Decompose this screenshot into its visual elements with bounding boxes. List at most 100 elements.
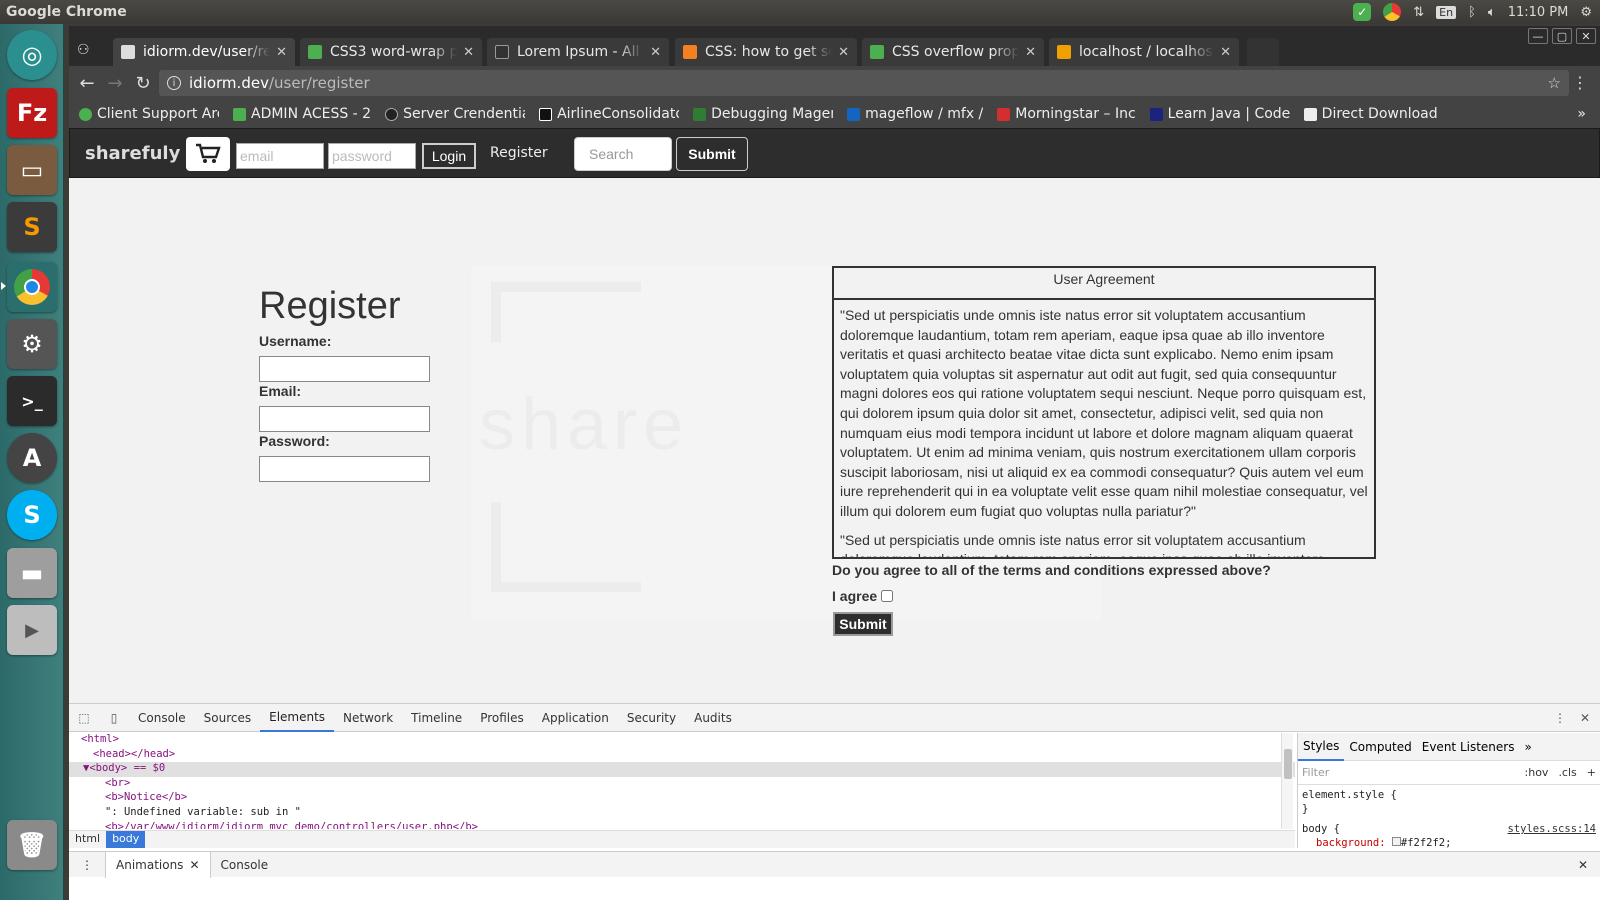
login-button[interactable]: Login (422, 143, 476, 169)
drawer-tab-console[interactable]: Console (211, 852, 279, 878)
register-submit-button[interactable]: Submit (833, 612, 893, 636)
site-brand[interactable]: sharefuly (85, 143, 180, 164)
username-field[interactable] (259, 356, 430, 382)
close-icon[interactable]: ✕ (276, 45, 287, 60)
bookmark[interactable]: Direct Download (1303, 106, 1438, 122)
user-agreement-box[interactable]: User Agreement "Sed ut perspiciatis unde… (832, 266, 1376, 559)
bookmark[interactable]: Client Support Area (79, 106, 219, 122)
register-email-field[interactable] (259, 406, 430, 432)
tab-profiles[interactable]: Profiles (471, 704, 533, 732)
inspect-icon[interactable]: ⬚ (69, 711, 99, 725)
tab-timeline[interactable]: Timeline (402, 704, 471, 732)
agree-label[interactable]: I agree (832, 588, 894, 604)
devtools-menu-icon[interactable]: ⋮ (1554, 711, 1566, 725)
tab-3[interactable]: Lorem Ipsum - All the facts✕ (487, 38, 669, 66)
star-icon[interactable]: ☆ (1548, 74, 1561, 92)
dom-text-node[interactable]: ": Undefined variable: sub in " (69, 806, 1295, 821)
tab-audits[interactable]: Audits (685, 704, 741, 732)
tab-security[interactable]: Security (618, 704, 685, 732)
more-bookmarks-icon[interactable]: » (1577, 106, 1586, 122)
email-field[interactable] (236, 143, 324, 169)
bookmark[interactable]: ADMIN ACESS - 2 (233, 106, 371, 122)
dom-node[interactable]: <b>Notice</b> (69, 791, 1295, 806)
bluetooth-icon[interactable]: ᛒ (1468, 5, 1476, 20)
bookmark[interactable]: Learn Java | Codecademy (1149, 106, 1290, 122)
search-input[interactable] (574, 137, 672, 171)
drawer-tab-animations[interactable]: Animations ✕ (105, 851, 211, 878)
tab-2[interactable]: CSS3 word-wrap property✕ (300, 38, 482, 66)
bookmark[interactable]: AirlineConsolidator (539, 106, 679, 122)
bookmark[interactable]: Server Crendentials (385, 106, 525, 122)
menu-icon[interactable]: ⋮ (1572, 73, 1588, 92)
tab-event-listeners[interactable]: Event Listeners (1417, 740, 1520, 754)
tab-6[interactable]: localhost / localhost ✕ (1049, 38, 1239, 66)
media-player-icon[interactable]: ▶ (7, 605, 57, 655)
bookmark[interactable]: mageflow / mfx / (847, 106, 983, 122)
bookmark[interactable]: Debugging Magento (693, 106, 833, 122)
trash-icon[interactable]: 🗑︎ (7, 820, 57, 870)
keyboard-lang[interactable]: En (1436, 5, 1457, 19)
more-tabs-icon[interactable]: » (1519, 740, 1536, 754)
new-tab-button[interactable] (1247, 38, 1279, 66)
hov-toggle[interactable]: :hov (1525, 766, 1549, 779)
tab-4[interactable]: CSS: how to get scrollbars✕ (675, 38, 857, 66)
dom-node-selected[interactable]: ▼<body> == $0 (69, 762, 1295, 777)
password-field[interactable] (328, 143, 416, 169)
volume-icon[interactable]: 🔈︎ (1488, 5, 1496, 20)
search-submit-button[interactable]: Submit (676, 137, 748, 171)
chrome-icon[interactable] (7, 262, 57, 312)
elements-scrollbar[interactable] (1281, 733, 1293, 829)
tab-network[interactable]: Network (334, 704, 402, 732)
tab-1[interactable]: idiorm.dev/user/register✕ (113, 38, 295, 66)
tab-styles[interactable]: Styles (1298, 733, 1345, 761)
filezilla-icon[interactable]: Fz (7, 88, 57, 138)
agreement-text[interactable]: "Sed ut perspiciatis unde omnis iste nat… (834, 300, 1374, 557)
close-window-icon[interactable]: ✕ (1576, 28, 1596, 44)
bookmark[interactable]: Morningstar – Inc (997, 106, 1136, 122)
forward-icon[interactable]: → (101, 73, 129, 94)
cls-toggle[interactable]: .cls (1558, 766, 1576, 779)
clock[interactable]: 11:10 PM (1508, 5, 1569, 20)
tab-elements[interactable]: Elements (260, 704, 335, 732)
dom-node[interactable]: <b>/var/www/idiorm/idiorm_mvc_demo/contr… (69, 821, 1295, 829)
files-icon[interactable]: ▭ (7, 145, 57, 195)
crumb-html[interactable]: html (69, 831, 106, 848)
register-link[interactable]: Register (490, 145, 548, 161)
close-icon[interactable]: ✕ (650, 45, 661, 60)
terminal-icon[interactable]: >_ (7, 376, 57, 426)
cart-icon[interactable] (186, 137, 230, 171)
disk-icon[interactable]: ▬ (7, 548, 57, 598)
maximize-icon[interactable]: ▢ (1552, 28, 1572, 44)
elements-tree[interactable]: <html> <head></head> ▼<body> == $0 <br> … (69, 733, 1295, 829)
dom-node[interactable]: <html> (69, 733, 1295, 748)
sublime-text-icon[interactable]: S (7, 202, 57, 252)
check-icon[interactable]: ✓ (1353, 3, 1372, 21)
gear-icon[interactable]: ⚙ (1580, 5, 1592, 20)
info-icon[interactable]: i (167, 76, 181, 90)
agree-checkbox[interactable] (881, 590, 894, 602)
dom-node[interactable]: <br> (69, 777, 1295, 792)
close-drawer-icon[interactable]: ✕ (1578, 858, 1600, 872)
skype-icon[interactable]: S (7, 490, 57, 540)
crumb-body[interactable]: body (106, 831, 146, 848)
dom-node[interactable]: <head></head> (69, 748, 1295, 763)
tab-sources[interactable]: Sources (195, 704, 260, 732)
drawer-menu-icon[interactable]: ⋮ (69, 858, 105, 872)
close-icon[interactable]: ✕ (838, 45, 849, 60)
address-bar[interactable]: i idiorm.dev/user/register ☆ (159, 70, 1569, 96)
register-password-field[interactable] (259, 456, 430, 482)
tab-application[interactable]: Application (533, 704, 618, 732)
ubuntu-dash-icon[interactable]: ◎ (7, 30, 57, 80)
chrome-tray-icon[interactable] (1383, 3, 1402, 21)
back-icon[interactable]: ← (73, 73, 101, 94)
tab-5[interactable]: CSS overflow property✕ (862, 38, 1044, 66)
reload-icon[interactable]: ↻ (129, 73, 157, 94)
close-devtools-icon[interactable]: ✕ (1580, 711, 1590, 725)
add-rule-icon[interactable]: + (1587, 766, 1596, 779)
network-icon[interactable]: ⇅ (1413, 5, 1424, 20)
rule-source-link[interactable]: styles.scss:14 (1507, 823, 1596, 837)
styles-filter[interactable]: Filter :hov .cls + (1298, 761, 1600, 785)
tab-console[interactable]: Console (129, 704, 195, 732)
tab-computed[interactable]: Computed (1344, 740, 1416, 754)
minimize-icon[interactable]: — (1528, 28, 1548, 44)
